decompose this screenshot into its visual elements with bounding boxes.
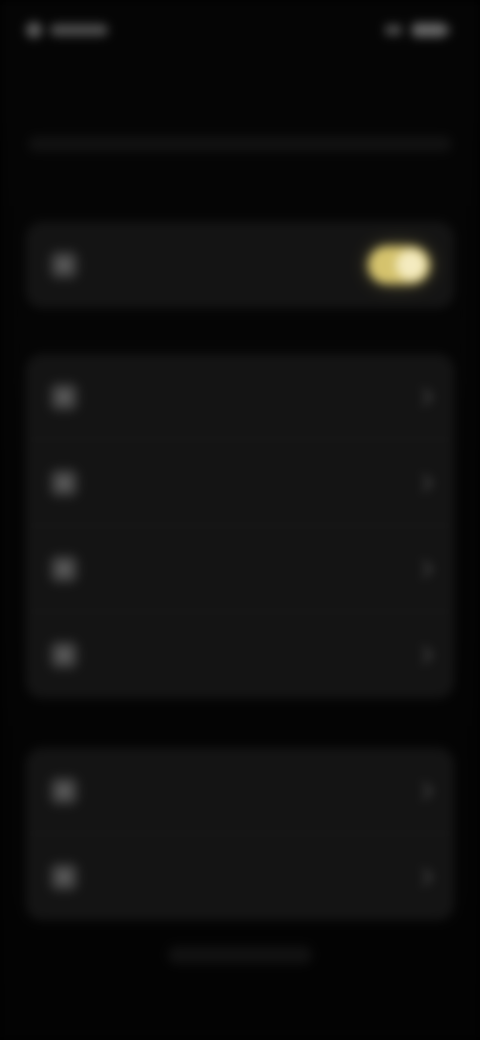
chevron-right-icon [415, 388, 433, 405]
primary-toggle-knob [396, 250, 426, 280]
camera-dot-icon [26, 22, 42, 38]
settings-row-4[interactable] [26, 612, 454, 698]
chevron-right-icon [415, 474, 433, 491]
settings-row-1[interactable] [26, 354, 454, 440]
status-time [50, 24, 108, 36]
settings-row-6[interactable] [26, 834, 454, 920]
settings-card-1 [26, 222, 454, 308]
status-bar [26, 14, 454, 46]
battery-icon [412, 23, 450, 37]
settings-screen [0, 0, 480, 1040]
settings-row-5[interactable] [26, 748, 454, 834]
primary-toggle[interactable] [368, 246, 430, 284]
status-right [386, 23, 454, 37]
settings-card-2 [26, 354, 454, 698]
settings-row-3[interactable] [26, 526, 454, 612]
settings-row-primary[interactable] [26, 222, 454, 308]
status-left [26, 22, 108, 38]
home-indicator [168, 946, 312, 964]
bolt-icon [50, 468, 78, 497]
title-divider [28, 136, 452, 152]
chevron-right-icon [415, 560, 433, 577]
help-icon [50, 863, 78, 891]
chevron-right-icon [415, 782, 433, 799]
info-icon [50, 641, 78, 669]
star-icon [50, 251, 78, 279]
settings-card-3 [26, 748, 454, 920]
chevron-right-icon [415, 646, 433, 664]
chevron-right-icon [415, 868, 433, 886]
settings-row-2[interactable] [26, 440, 454, 526]
help-icon [50, 776, 78, 805]
user-icon [50, 382, 78, 411]
lock-icon [50, 554, 78, 583]
signal-icon [386, 25, 404, 35]
